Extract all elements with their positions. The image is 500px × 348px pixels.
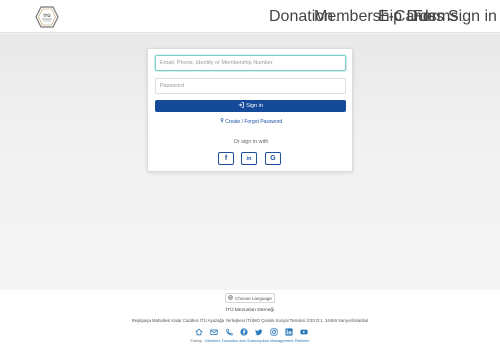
sign-in-button[interactable]: Sign in xyxy=(155,100,346,112)
organization-name: İTÜ Mezunları Derneği xyxy=(225,308,275,313)
mail-icon[interactable] xyxy=(209,327,218,336)
powered-by: Forinp - Member, Donation and Subscripti… xyxy=(0,338,500,343)
forgot-password-link[interactable]: Create / Forgot Password xyxy=(148,118,354,125)
powered-link[interactable]: Member, Donation and Subscription Manage… xyxy=(205,338,309,343)
choose-language-label: Choose Language xyxy=(235,295,272,301)
forgot-password-label: Create / Forgot Password xyxy=(225,119,283,125)
youtube-icon[interactable] xyxy=(299,327,308,336)
login-card: Sign in Create / Forgot Password Or sign… xyxy=(147,48,353,172)
facebook-login-button[interactable]: f xyxy=(218,152,234,165)
phone-icon[interactable] xyxy=(224,327,233,336)
choose-language-button[interactable]: Choose Language xyxy=(225,293,275,303)
instagram-icon[interactable] xyxy=(269,327,278,336)
facebook-icon[interactable] xyxy=(239,327,248,336)
linkedin-icon[interactable] xyxy=(284,327,293,336)
facebook-icon: f xyxy=(224,155,228,162)
nav-sign-in[interactable]: Sign in xyxy=(448,9,497,25)
email-field[interactable] xyxy=(155,55,346,71)
svg-text:İTÜ: İTÜ xyxy=(43,12,50,18)
powered-prefix: Forinp - xyxy=(190,338,206,343)
globe-icon xyxy=(228,295,233,301)
navbar: İTÜ Donation ⌄ Membership Dues E-Cards Fo… xyxy=(0,0,500,33)
google-login-button[interactable]: G xyxy=(265,152,281,165)
footer: Choose Language İTÜ Mezunları Derneği Re… xyxy=(0,290,500,348)
linkedin-icon: in xyxy=(246,155,252,162)
sign-in-icon xyxy=(238,102,244,110)
password-field[interactable] xyxy=(155,78,346,94)
linkedin-login-button[interactable]: in xyxy=(241,152,257,165)
address: Reşitpaşa Mahallesi Katar Caddesi İTÜ Ay… xyxy=(131,318,369,323)
google-icon: G xyxy=(270,155,276,162)
or-sign-in-with: Or sign in with xyxy=(233,139,269,145)
logo[interactable]: İTÜ xyxy=(35,6,59,28)
home-icon[interactable] xyxy=(194,327,203,336)
footer-contact-icons xyxy=(194,327,308,336)
nav-sign-in-label: Sign in xyxy=(448,8,497,25)
sign-in-label: Sign in xyxy=(246,103,263,109)
twitter-icon[interactable] xyxy=(254,327,263,336)
